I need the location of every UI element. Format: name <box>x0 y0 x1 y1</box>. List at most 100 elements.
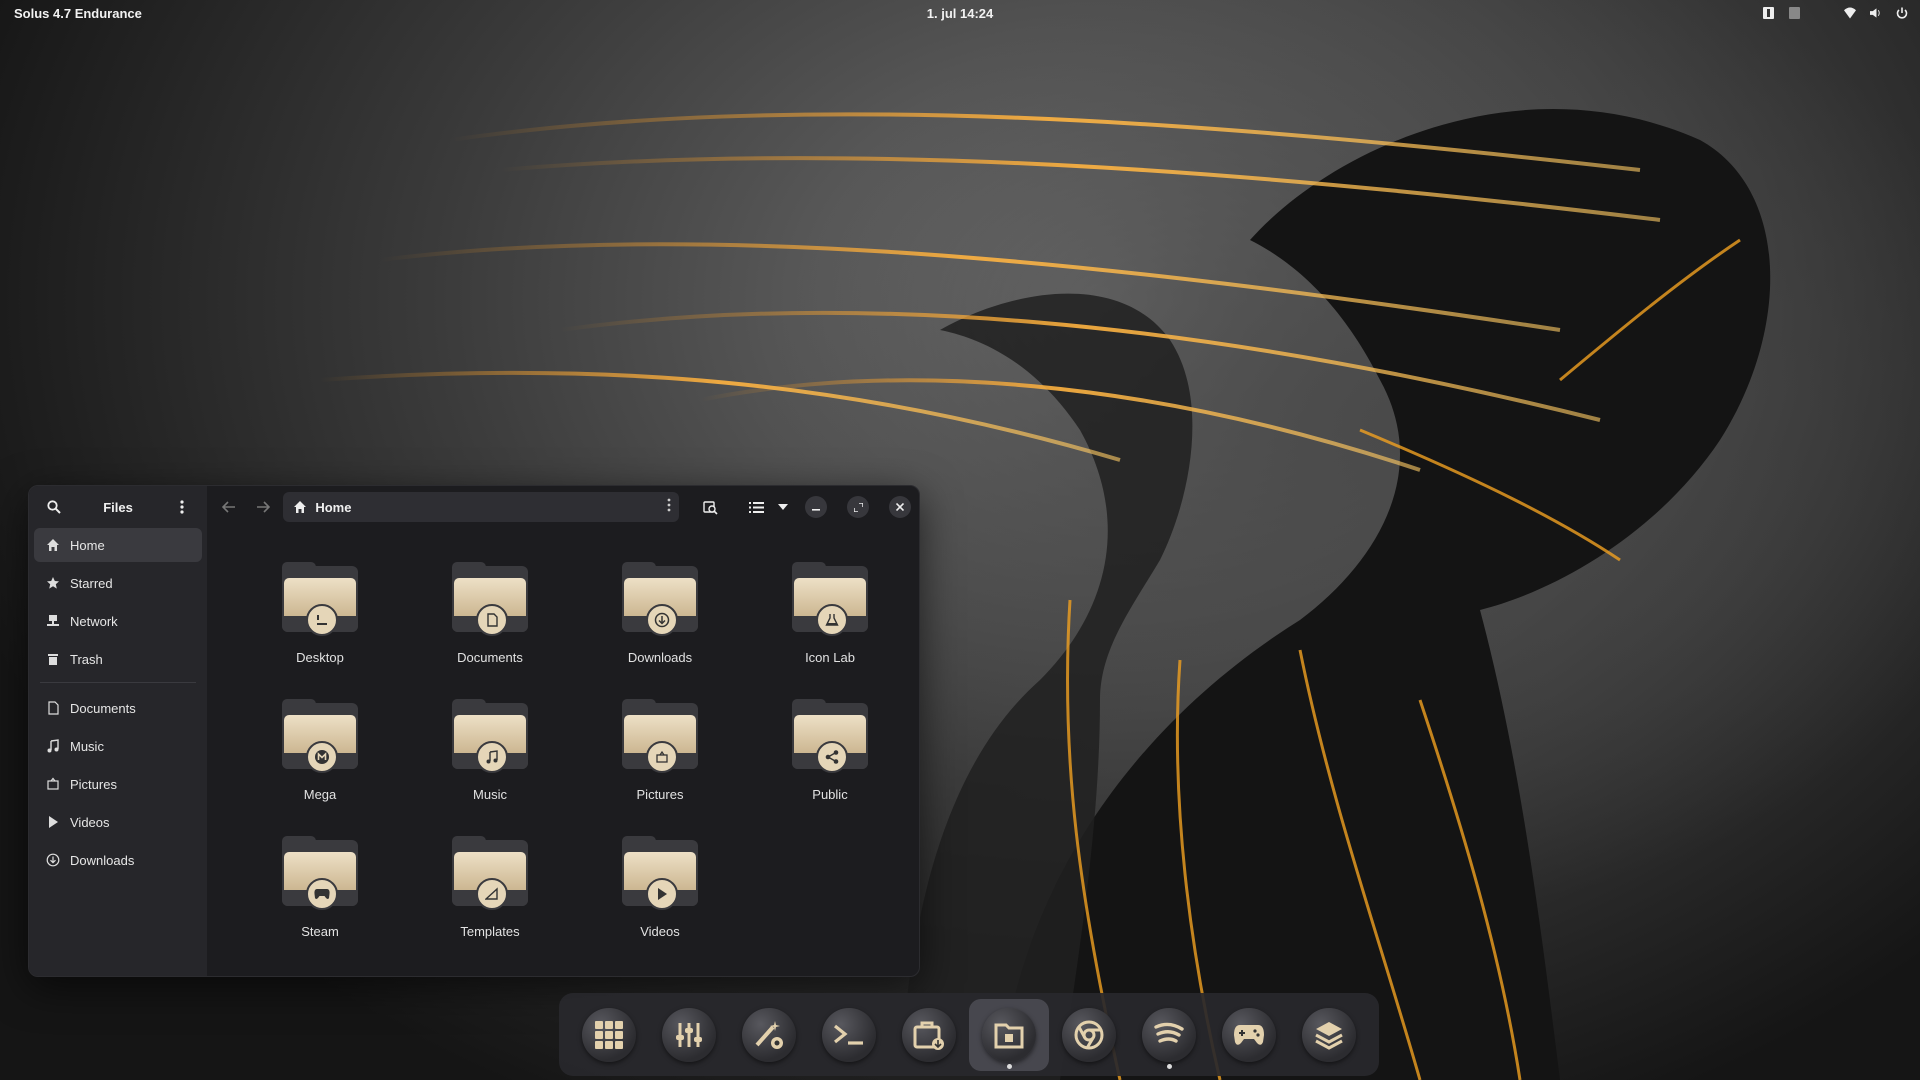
folder-icon <box>280 836 360 910</box>
accessibility-icon[interactable] <box>1788 7 1800 19</box>
arrow-right-icon <box>257 501 271 513</box>
folder-downloads[interactable]: Downloads <box>575 562 745 703</box>
keyboard-layout-icon[interactable] <box>1762 7 1774 19</box>
music-icon <box>476 741 508 773</box>
sidebar-header: Files <box>29 486 207 528</box>
folder-public[interactable]: Public <box>745 699 915 840</box>
folder-label: Pictures <box>636 787 684 802</box>
chrome-icon <box>1074 1020 1104 1049</box>
sidebar-item-label: Music <box>70 738 104 754</box>
folder-desktop[interactable]: Desktop <box>235 562 405 703</box>
view-options-button[interactable] <box>775 494 791 520</box>
arrow-left-icon <box>222 501 236 513</box>
volume-icon[interactable] <box>1870 7 1882 19</box>
sidebar-item-label: Downloads <box>70 852 135 868</box>
sidebar-item-downloads[interactable]: Downloads <box>34 843 202 877</box>
sidebar-item-trash[interactable]: Trash <box>34 642 202 676</box>
sidebar-item-label: Home <box>70 537 105 553</box>
close-button[interactable] <box>889 496 911 518</box>
os-label[interactable]: Solus 4.7 Endurance <box>14 6 142 21</box>
sidebar: Files Home Starred Network Trash Documen… <box>29 486 207 976</box>
sidebar-item-label: Pictures <box>70 776 117 792</box>
clock[interactable]: 1. jul 14:24 <box>927 6 993 21</box>
spotify-icon <box>1154 1022 1184 1043</box>
sidebar-item-documents[interactable]: Documents <box>34 691 202 725</box>
sidebar-item-music[interactable]: Music <box>34 729 202 763</box>
folder-icon <box>620 836 700 910</box>
files-icon <box>994 1023 1024 1048</box>
search-button[interactable] <box>41 494 67 520</box>
folder-label: Downloads <box>627 650 693 665</box>
folder-documents[interactable]: Documents <box>405 562 575 703</box>
maximize-icon <box>853 502 863 512</box>
folder-label: Videos <box>640 924 680 939</box>
folder-steam[interactable]: Steam <box>235 836 405 976</box>
dock-chrome[interactable] <box>1049 999 1129 1071</box>
back-button[interactable] <box>215 493 243 521</box>
sidebar-item-network[interactable]: Network <box>34 604 202 638</box>
sidebar-menu-button[interactable] <box>169 494 195 520</box>
kebab-menu-icon <box>180 500 184 514</box>
dock-files[interactable] <box>969 998 1049 1071</box>
folder-icon <box>450 562 530 636</box>
stack-icon <box>1315 1021 1343 1050</box>
chevron-down-icon <box>778 504 788 510</box>
folder-label: Desktop <box>296 650 344 665</box>
sidebar-item-home[interactable]: Home <box>34 528 202 562</box>
power-icon[interactable] <box>1896 7 1908 19</box>
path-menu-button[interactable] <box>667 498 671 515</box>
sidebar-item-label: Starred <box>70 575 113 591</box>
flask-icon <box>816 604 848 636</box>
folder-videos[interactable]: Videos <box>575 836 745 976</box>
dock-terminal[interactable] <box>809 999 889 1071</box>
video-icon <box>646 878 678 910</box>
folder-mega[interactable]: Mega <box>235 699 405 840</box>
minimize-button[interactable] <box>805 496 827 518</box>
dock-stack[interactable] <box>1289 999 1369 1071</box>
wifi-icon[interactable] <box>1844 7 1856 19</box>
share-icon <box>816 741 848 773</box>
top-panel: Solus 4.7 Endurance 1. jul 14:24 <box>0 0 1920 26</box>
sidebar-item-videos[interactable]: Videos <box>34 805 202 839</box>
list-view-icon <box>748 501 764 513</box>
folder-label: Steam <box>301 924 339 939</box>
kebab-menu-icon <box>667 498 671 512</box>
folder-music[interactable]: Music <box>405 699 575 840</box>
gamepad-icon <box>306 878 338 910</box>
desktop-icon <box>306 604 338 636</box>
view-list-button[interactable] <box>743 494 769 520</box>
software-center-icon <box>913 1021 944 1050</box>
folder-icon <box>280 562 360 636</box>
dock-tweaks[interactable] <box>729 999 809 1071</box>
folder-icon <box>620 562 700 636</box>
forward-button[interactable] <box>249 493 277 521</box>
dock-games[interactable] <box>1209 999 1289 1071</box>
dock-mixer[interactable] <box>649 999 729 1071</box>
search-icon <box>47 500 61 514</box>
folder-label: Icon Lab <box>805 650 855 665</box>
dock-spotify[interactable] <box>1129 999 1209 1071</box>
mega-icon <box>306 741 338 773</box>
dock-app-grid[interactable] <box>569 999 649 1071</box>
folder-icon-lab[interactable]: Icon Lab <box>745 562 915 703</box>
running-indicator <box>1006 1063 1012 1069</box>
sidebar-title: Files <box>103 499 133 515</box>
path-bar[interactable]: Home <box>283 492 679 522</box>
folder-icon <box>450 836 530 910</box>
system-tray <box>1762 7 1908 19</box>
music-icon <box>47 739 59 753</box>
dock-software-center[interactable] <box>889 999 969 1071</box>
path-label[interactable]: Home <box>315 500 351 515</box>
video-icon <box>49 816 58 828</box>
terminal-icon <box>834 1024 863 1045</box>
document-icon <box>48 701 59 715</box>
search-files-button[interactable] <box>697 494 723 520</box>
folder-templates[interactable]: Templates <box>405 836 575 976</box>
sidebar-item-pictures[interactable]: Pictures <box>34 767 202 801</box>
sidebar-item-starred[interactable]: Starred <box>34 566 202 600</box>
folder-pictures[interactable]: Pictures <box>575 699 745 840</box>
folder-label: Documents <box>457 650 523 665</box>
download-icon <box>46 853 60 867</box>
games-icon <box>1234 1024 1264 1045</box>
maximize-button[interactable] <box>847 496 869 518</box>
